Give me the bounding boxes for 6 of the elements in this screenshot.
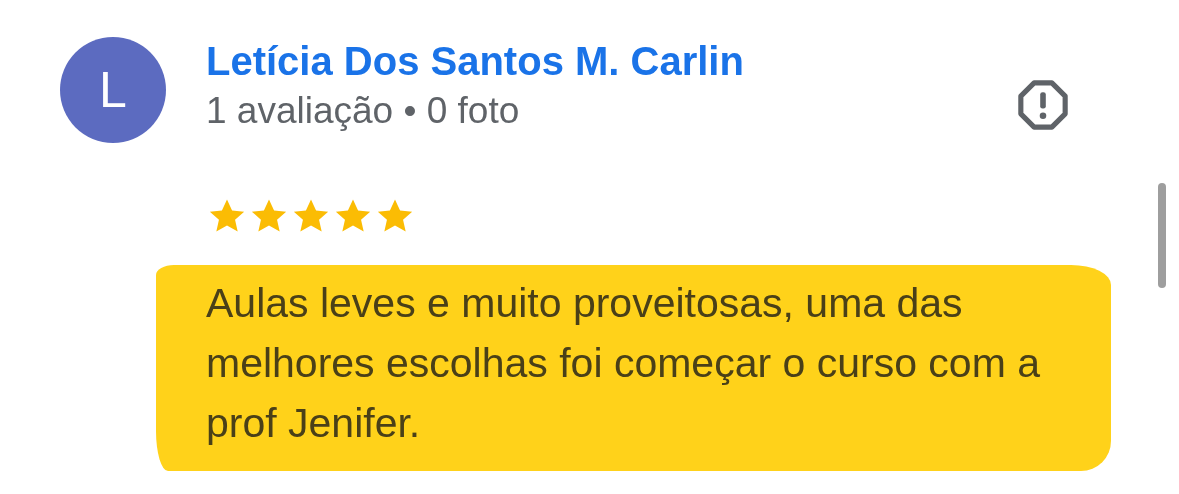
author-name[interactable]: Letícia Dos Santos M. Carlin: [206, 39, 744, 84]
author-stats: 1 avaliação • 0 foto: [206, 90, 521, 132]
review-text: Aulas leves e muito proveitosas, uma das melhores escolhas foi começar o curso com a prof Jenifer.: [156, 265, 1111, 471]
scrollbar[interactable]: [1158, 183, 1166, 288]
avatar[interactable]: L: [60, 37, 166, 143]
report-icon[interactable]: [1015, 77, 1071, 133]
